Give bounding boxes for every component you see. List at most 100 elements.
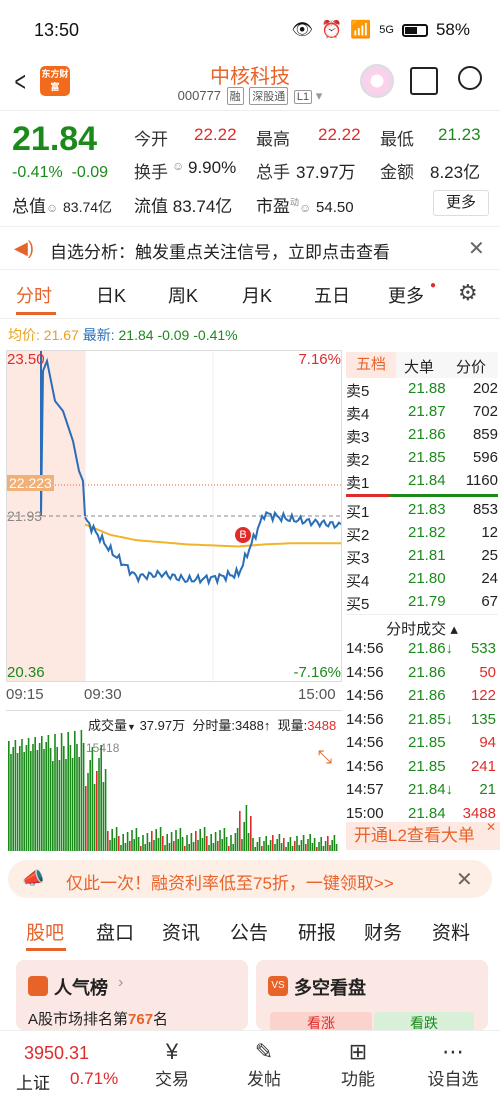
volume-bar — [100, 745, 102, 851]
volume-bar — [76, 744, 78, 851]
volume-bar — [272, 835, 274, 851]
volume-bar — [144, 844, 146, 851]
trade-price: 21.86↓ — [408, 640, 454, 657]
tab-news[interactable]: 资讯 — [162, 918, 200, 945]
close-icon[interactable]: ✕ — [468, 236, 485, 261]
close-icon[interactable]: ✕ — [456, 867, 473, 892]
bid-row: 买3 21.81 25 — [346, 545, 498, 568]
info-icon[interactable]: ☺ — [172, 159, 184, 173]
megaphone-icon: 📣 — [22, 868, 45, 888]
share-icon[interactable] — [410, 67, 438, 95]
buy-marker[interactable]: B — [235, 527, 251, 543]
index-name[interactable]: 上证 — [16, 1069, 50, 1094]
search-icon[interactable] — [458, 66, 482, 90]
tab-price-dist[interactable]: 分价 — [456, 356, 486, 377]
volume-bar — [14, 740, 17, 851]
nav-functions-label: 功能 — [341, 1070, 375, 1089]
index-value[interactable]: 3950.31 — [24, 1043, 89, 1064]
info-icon[interactable]: ☺ — [299, 201, 311, 215]
volume-bar — [80, 730, 83, 851]
tag-level: L1 — [293, 90, 313, 104]
ask-row: 卖3 21.86 859 — [346, 424, 498, 447]
volume-bar — [115, 827, 118, 851]
volume-bar — [331, 840, 333, 851]
volume-bar — [254, 847, 256, 851]
change-pct: -0.41% — [12, 164, 63, 181]
volume-bar — [91, 747, 94, 851]
mark-price-label: 22.223 — [7, 475, 54, 491]
tab-daily[interactable]: 日K — [96, 282, 126, 308]
tab-intraday[interactable]: 分时 — [16, 282, 52, 308]
volume-bar — [8, 741, 10, 851]
info-icon[interactable]: ☺ — [46, 201, 58, 215]
amount-value: 8.23亿 — [430, 163, 481, 182]
volume-bar — [181, 837, 184, 851]
index-pct[interactable]: 0.71% — [70, 1069, 118, 1089]
bid-label: 买4 — [346, 573, 370, 590]
trades-title-text: 分时成交 — [386, 621, 447, 638]
ask-volume: 859 — [472, 426, 498, 443]
volume-bar — [74, 731, 76, 851]
tab-weekly[interactable]: 周K — [168, 282, 198, 308]
chevron-down-icon: ▾ — [315, 88, 323, 103]
volume-bar — [320, 837, 322, 851]
tab-more[interactable]: 更多 — [388, 282, 424, 308]
volume-bar — [60, 733, 63, 851]
trade-time: 14:56 — [346, 734, 384, 751]
ask-label: 卖2 — [346, 452, 370, 469]
tab-five-levels[interactable]: 五档 — [346, 352, 396, 378]
price-chart-svg — [7, 351, 341, 681]
trade-row: 14:56 21.85↓ 135 — [346, 709, 498, 733]
tab-five-day[interactable]: 五日 — [314, 282, 350, 308]
bull-bear-card[interactable]: VS 多空看盘 看涨 看跌 — [256, 960, 488, 1034]
promo-banner[interactable]: 📣 仅此一次！融资利率低至75折，一键领取>> ✕ — [8, 860, 492, 898]
nav-post[interactable]: ✎ 发帖 — [244, 1039, 284, 1090]
close-icon[interactable]: ✕ — [486, 820, 496, 834]
tab-monthly[interactable]: 月K — [242, 282, 272, 308]
volume-bar — [85, 786, 87, 851]
popular-card[interactable]: 人气榜 › A股市场排名第767名 — [16, 960, 248, 1030]
ask-price: 21.86 — [408, 426, 446, 443]
edit-icon: ✎ — [254, 1039, 274, 1064]
volume-bar — [113, 838, 116, 851]
nav-trade[interactable]: ¥ 交易 — [152, 1039, 192, 1090]
pe-sup: 动 — [290, 197, 300, 208]
volume-chart[interactable]: 成交量▼ 37.97万 分时量:3488↑ 现量:3488 15418 ⤡ — [6, 710, 342, 851]
mktcap-value: 83.74亿 — [63, 199, 113, 215]
trade-volume: 241 — [470, 757, 496, 775]
tab-announcements[interactable]: 公告 — [230, 918, 268, 945]
rank-prefix: A股市场排名第 — [28, 1011, 129, 1028]
bid-price: 21.82 — [408, 524, 446, 541]
robot-avatar-icon[interactable] — [360, 64, 394, 98]
volume-bar — [16, 753, 19, 851]
more-button[interactable]: 更多 — [433, 190, 489, 216]
volume-bar — [96, 771, 98, 851]
tab-research[interactable]: 研报 — [298, 918, 336, 945]
volume-bar — [122, 834, 124, 851]
low-value: 21.23 — [438, 125, 481, 144]
nav-add-watchlist[interactable]: ⋯ 设自选 — [424, 1039, 482, 1090]
volume-bar — [142, 835, 144, 851]
tab-profile[interactable]: 资料 — [432, 918, 470, 945]
time-label-start: 09:15 — [6, 686, 44, 703]
change-abs: -0.09 — [71, 164, 109, 181]
volume-bar — [129, 841, 131, 851]
tab-orderbook[interactable]: 盘口 — [96, 918, 134, 945]
volume-bar — [188, 844, 190, 851]
volume-bar — [12, 747, 14, 851]
ask-price: 21.88 — [408, 380, 446, 397]
tab-finance[interactable]: 财务 — [364, 918, 402, 945]
volume-bar — [208, 845, 210, 851]
trade-time: 14:56 — [346, 687, 384, 704]
tab-forum[interactable]: 股吧 — [26, 918, 64, 945]
volume-bar — [87, 773, 89, 851]
l2-promo[interactable]: 开通L2查看大单 — [346, 822, 500, 850]
intraday-chart[interactable]: 23.50 7.16% 22.223 21.93 B 20.36 -7.16% — [6, 350, 342, 682]
volume-bar — [283, 838, 285, 851]
tab-big-orders[interactable]: 大单 — [404, 356, 434, 377]
volume-bar — [47, 735, 50, 851]
nav-functions[interactable]: ⊞ 功能 — [338, 1039, 378, 1090]
trade-time: 14:57 — [346, 781, 384, 798]
gear-icon[interactable]: ⚙ — [458, 280, 478, 306]
trades-title[interactable]: 分时成交 ▴ — [346, 614, 498, 638]
